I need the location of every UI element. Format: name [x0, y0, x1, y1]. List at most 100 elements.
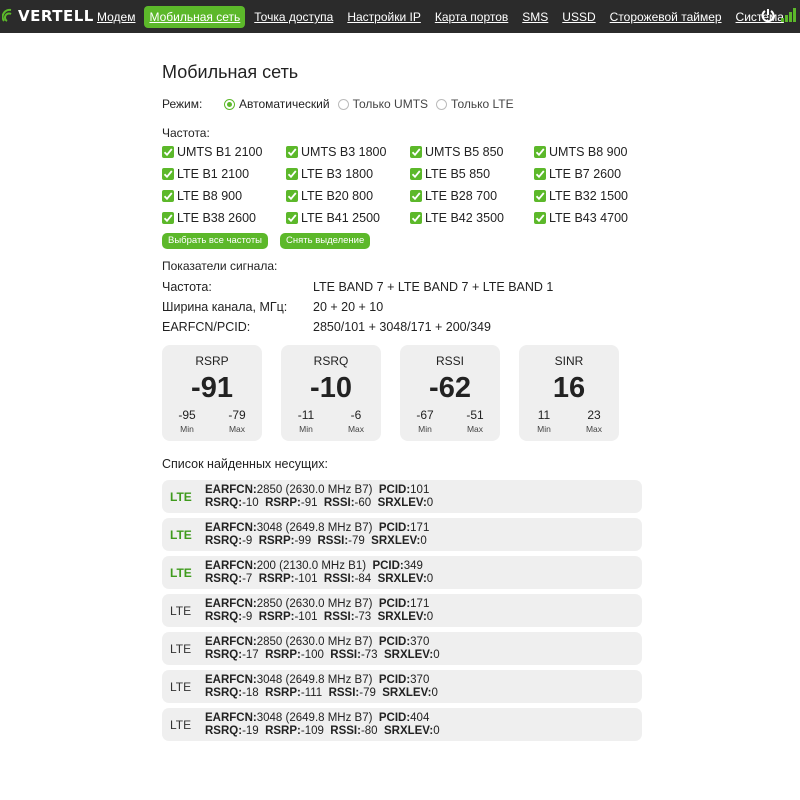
band-label: LTE B28 700: [425, 189, 498, 203]
band-checkbox-5[interactable]: LTE B3 1800: [286, 165, 410, 183]
card-max-value: -6: [350, 408, 362, 422]
signal-info-key: EARFCN/PCID:: [162, 320, 251, 334]
carrier-value-pcid: 370: [410, 636, 430, 648]
logo[interactable]: VERTELL: [2, 5, 94, 27]
nav-item-3[interactable]: Настройки IP: [342, 6, 426, 28]
signal-info-value: LTE BAND 7 + LTE BAND 7 + LTE BAND 1: [313, 280, 554, 294]
main-nav: Модем Мобильная сеть Точка доступа Настройк…: [92, 6, 793, 28]
band-checkbox-11[interactable]: LTE B32 1500: [534, 187, 658, 205]
nav-item-6[interactable]: USSD: [557, 6, 600, 28]
carrier-key-srxlev: SRXLEV:: [382, 687, 432, 699]
checkbox-checked-icon: [534, 146, 546, 158]
carrier-key-srxlev: SRXLEV:: [383, 649, 434, 661]
checkbox-checked-icon: [286, 146, 298, 158]
card-max-label: Max: [466, 424, 484, 434]
power-icon[interactable]: [761, 8, 775, 22]
band-checkbox-14[interactable]: LTE B42 3500: [410, 209, 534, 227]
card-min-label: Min: [299, 424, 313, 434]
band-checkbox-15[interactable]: LTE B43 4700: [534, 209, 658, 227]
card-max-label: Max: [347, 424, 365, 434]
nav-item-5[interactable]: SMS: [517, 6, 553, 28]
band-checkbox-4[interactable]: LTE B1 2100: [162, 165, 286, 183]
carrier-row: LTE EARFCN:3048 (2649.8 MHz B7) PCID:171 R…: [162, 518, 642, 551]
carrier-key-rsrp: RSRP:: [258, 573, 295, 585]
carrier-value-earfcn: 2850 (2630.0 MHz B7): [256, 484, 373, 496]
carrier-key-rssi: RSSI:: [317, 535, 349, 547]
checkbox-checked-icon: [162, 190, 174, 202]
signal-info: Частота: LTE BAND 7 + LTE BAND 7 + LTE BA…: [162, 277, 642, 337]
carrier-key-earfcn: EARFCN:: [205, 484, 257, 496]
band-checkbox-6[interactable]: LTE B5 850: [410, 165, 534, 183]
mode-radio-label: Только LTE: [451, 97, 514, 111]
band-label: LTE B8 900: [177, 189, 243, 203]
carrier-key-earfcn: EARFCN:: [205, 674, 257, 686]
carrier-key-pcid: PCID:: [378, 598, 411, 610]
select-all-bands-button[interactable]: Выбрать все частоты: [162, 233, 268, 249]
carrier-key-pcid: PCID:: [378, 712, 411, 724]
band-checkbox-13[interactable]: LTE B41 2500: [286, 209, 410, 227]
carrier-tech: LTE: [170, 490, 192, 504]
band-checkbox-0[interactable]: UMTS B1 2100: [162, 143, 286, 161]
carrier-value-rsrq: -9: [242, 535, 253, 547]
carrier-key-rssi: RSSI:: [323, 573, 355, 585]
carrier-key-pcid: PCID:: [378, 674, 411, 686]
card-title: RSRQ: [313, 354, 349, 368]
mode-radio-2[interactable]: Только LTE: [436, 97, 514, 111]
carrier-key-rsrq: RSRQ:: [205, 687, 243, 699]
carrier-value-rssi: -73: [354, 611, 372, 623]
carrier-value-rsrp: -101: [294, 611, 318, 623]
band-label: LTE B1 2100: [177, 167, 250, 181]
carrier-details: EARFCN:3048 (2649.8 MHz B7) PCID:370 RSRQ…: [205, 674, 438, 700]
carrier-line-1: EARFCN:3048 (2649.8 MHz B7) PCID:171: [205, 522, 429, 535]
band-label: LTE B7 2600: [549, 167, 622, 181]
carrier-key-srxlev: SRXLEV:: [377, 497, 427, 509]
card-max-value: -79: [228, 408, 246, 422]
mode-radio-1[interactable]: Только UMTS: [337, 97, 428, 111]
carrier-tech: LTE: [170, 642, 192, 656]
checkbox-checked-icon: [410, 212, 422, 224]
mode-radio-label: Автоматический: [239, 97, 330, 111]
carrier-value-earfcn: 2850 (2630.0 MHz B7): [256, 636, 373, 648]
checkbox-checked-icon: [410, 168, 422, 180]
carrier-key-rsrp: RSRP:: [258, 535, 295, 547]
band-checkbox-3[interactable]: UMTS B8 900: [534, 143, 658, 161]
checkbox-checked-icon: [162, 146, 174, 158]
carrier-value-pcid: 171: [410, 522, 430, 534]
carrier-value-rsrq: -9: [242, 611, 253, 623]
band-label: LTE B20 800: [301, 189, 374, 203]
band-label: LTE B42 3500: [425, 211, 504, 225]
band-label: UMTS B8 900: [549, 145, 628, 159]
band-checkbox-7[interactable]: LTE B7 2600: [534, 165, 658, 183]
card-min-value: 11: [537, 408, 551, 422]
nav-item-2[interactable]: Точка доступа: [249, 6, 338, 28]
page-title: Мобильная сеть: [162, 62, 299, 82]
clear-selection-button[interactable]: Снять выделение: [280, 233, 371, 249]
nav-item-4[interactable]: Карта портов: [430, 6, 513, 28]
checkbox-checked-icon: [286, 168, 298, 180]
card-max-value: -51: [466, 408, 484, 422]
band-label: LTE B3 1800: [301, 167, 374, 181]
band-checkbox-12[interactable]: LTE B38 2600: [162, 209, 286, 227]
signal-card-sinr: SINR 16 11 23 Min Max: [519, 345, 619, 441]
carrier-details: EARFCN:200 (2130.0 MHz B1) PCID:349 RSRQ:…: [205, 560, 433, 586]
carrier-line-2: RSRQ:-9 RSRP:-99 RSSI:-79 SRXLEV:0: [205, 535, 429, 548]
nav-item-1[interactable]: Мобильная сеть: [144, 6, 246, 28]
band-checkbox-9[interactable]: LTE B20 800: [286, 187, 410, 205]
carrier-line-1: EARFCN:2850 (2630.0 MHz B7) PCID:171: [205, 598, 433, 611]
nav-item-7[interactable]: Сторожевой таймер: [605, 6, 727, 28]
carrier-tech: LTE: [170, 604, 192, 618]
carrier-value-earfcn: 3048 (2649.8 MHz B7): [256, 712, 373, 724]
band-checkbox-8[interactable]: LTE B8 900: [162, 187, 286, 205]
frequency-label: Частота:: [162, 126, 210, 140]
nav-item-0[interactable]: Модем: [92, 6, 140, 28]
carrier-details: EARFCN:2850 (2630.0 MHz B7) PCID:171 RSRQ…: [205, 598, 433, 624]
carrier-line-1: EARFCN:3048 (2649.8 MHz B7) PCID:404: [205, 712, 440, 725]
signal-strength-icon: [781, 8, 796, 22]
carrier-row: LTE EARFCN:3048 (2649.8 MHz B7) PCID:404 R…: [162, 708, 642, 741]
mode-radio-0[interactable]: Автоматический: [224, 97, 330, 111]
band-checkbox-2[interactable]: UMTS B5 850: [410, 143, 534, 161]
carrier-value-rssi: -79: [359, 687, 376, 699]
carrier-tech: LTE: [170, 528, 192, 542]
band-checkbox-10[interactable]: LTE B28 700: [410, 187, 534, 205]
band-checkbox-1[interactable]: UMTS B3 1800: [286, 143, 410, 161]
